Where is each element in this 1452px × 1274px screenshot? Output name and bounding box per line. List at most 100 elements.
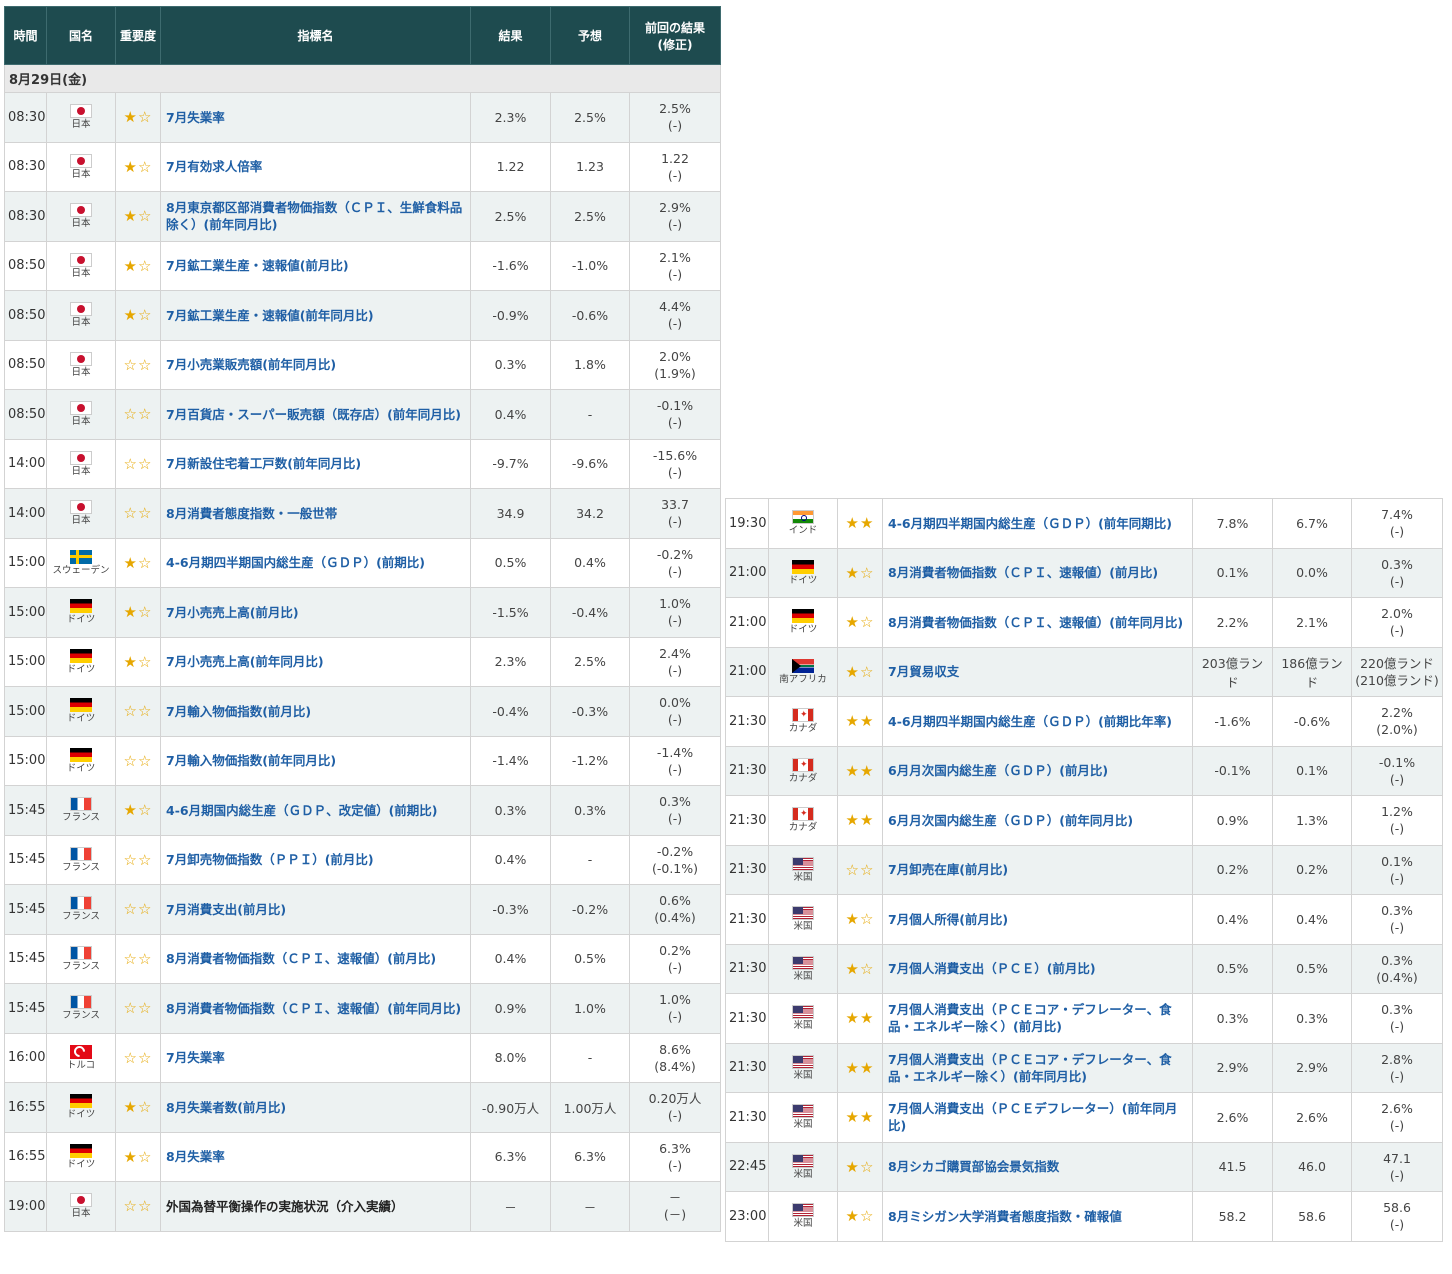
indicator-link[interactable]: 7月有効求人倍率 <box>160 141 471 192</box>
country-label: 日本 <box>71 416 91 428</box>
indicator-link[interactable]: 7月小売売上高(前年同月比) <box>160 636 471 687</box>
indicator-link[interactable]: 7月貿易収支 <box>882 646 1193 697</box>
de-flag-icon <box>70 599 92 614</box>
previous-value: 0.3% <box>1381 952 1413 968</box>
indicator-link[interactable]: 7月鉱工業生産・速報値(前年同月比) <box>160 290 471 341</box>
indicator-link[interactable]: 7月失業率 <box>160 92 471 143</box>
country-label: カナダ <box>788 723 818 735</box>
previous-value-cell: 0.3% (-) <box>629 785 721 836</box>
event-time: 08:30 <box>4 92 47 143</box>
previous-value-cell: -0.1% (-) <box>1351 745 1443 796</box>
previous-revised: (-) <box>1389 1167 1405 1183</box>
country-label: 米国 <box>793 1020 813 1032</box>
jp-flag-icon <box>70 450 92 465</box>
country-label: インド <box>788 525 818 537</box>
jp-flag-icon <box>70 302 92 317</box>
indicator-link[interactable]: 7月消費支出(前月比) <box>160 884 471 935</box>
indicator-link[interactable]: 7月失業率 <box>160 1032 471 1083</box>
indicator-link[interactable]: 7月卸売物価指数（ＰＰＩ）(前月比) <box>160 834 471 885</box>
country-cell: フランス <box>46 933 116 984</box>
country-cell: ドイツ <box>46 735 116 786</box>
fr-flag-icon <box>70 797 92 812</box>
importance-stars: ☆☆ <box>115 1181 161 1232</box>
previous-value-cell: 2.6% (-) <box>1351 1092 1443 1143</box>
indicator-link[interactable]: 7月輸入物価指数(前月比) <box>160 686 471 737</box>
previous-value: 2.8% <box>1381 1051 1413 1067</box>
previous-revised: (-) <box>667 514 683 530</box>
result-value: 41.5 <box>1192 1141 1273 1192</box>
indicator-link[interactable]: 7月輸入物価指数(前年同月比) <box>160 735 471 786</box>
importance-stars: ☆☆ <box>115 884 161 935</box>
country-cell: 日本 <box>46 92 116 143</box>
de-flag-icon <box>792 609 814 624</box>
indicator-link[interactable]: 6月月次国内総生産（ＧＤＰ）(前年同月比) <box>882 795 1193 846</box>
indicator-link[interactable]: 4-6月期四半期国内総生産（ＧＤＰ）(前期比) <box>160 537 471 588</box>
result-value: 34.9 <box>470 488 551 539</box>
country-cell: フランス <box>46 884 116 935</box>
previous-value-cell: 2.9% (-) <box>629 191 721 242</box>
result-value: -0.3% <box>470 884 551 935</box>
indicator-link[interactable]: 6月月次国内総生産（ＧＤＰ）(前月比) <box>882 745 1193 796</box>
indicator-link[interactable]: 8月失業率 <box>160 1131 471 1182</box>
fr-flag-icon <box>70 995 92 1010</box>
indicator-link[interactable]: 7月個人消費支出（ＰＣＥコア・デフレーター、食品・エネルギー除く）(前月比) <box>882 993 1193 1044</box>
indicator-link[interactable]: 8月消費者物価指数（ＣＰＩ、速報値）(前年同月比) <box>160 983 471 1034</box>
jp-flag-icon <box>70 104 92 119</box>
event-time: 08:50 <box>4 240 47 291</box>
indicator-link[interactable]: 8月消費者物価指数（ＣＰＩ、速報値）(前月比) <box>882 547 1193 598</box>
indicator-link[interactable]: 4-6月期国内総生産（ＧＤＰ、改定値）(前期比) <box>160 785 471 836</box>
country-label: フランス <box>62 911 100 923</box>
country-cell: 米国 <box>768 844 838 895</box>
country-label: カナダ <box>788 822 818 834</box>
previous-revised: (-) <box>1389 1118 1405 1134</box>
importance-stars: ☆☆ <box>115 933 161 984</box>
forecast-value: 1.00万人 <box>550 1082 630 1133</box>
importance-stars: ★★ <box>837 795 883 846</box>
result-value: -0.1% <box>1192 745 1273 796</box>
header-country: 国名 <box>46 6 116 65</box>
indicator-link[interactable]: 8月消費者態度指数・一般世帯 <box>160 488 471 539</box>
indicator-link[interactable]: 7月小売売上高(前月比) <box>160 587 471 638</box>
result-value: 8.0% <box>470 1032 551 1083</box>
importance-stars: ★☆ <box>115 191 161 242</box>
previous-value: 1.0% <box>659 992 691 1008</box>
importance-stars: ★☆ <box>837 646 883 697</box>
indicator-link[interactable]: 8月消費者物価指数（ＣＰＩ、速報値）(前年同月比) <box>882 597 1193 648</box>
indicator-link[interactable]: 8月ミシガン大学消費者態度指数・確報値 <box>882 1191 1193 1242</box>
indicator-link[interactable]: 8月東京都区部消費者物価指数（ＣＰＩ、生鮮食料品除く）(前年同月比) <box>160 191 471 242</box>
indicator-link[interactable]: 8月消費者物価指数（ＣＰＩ、速報値）(前月比) <box>160 933 471 984</box>
forecast-value: -0.2% <box>550 884 630 935</box>
indicator-link[interactable]: 7月新設住宅着工戸数(前年同月比) <box>160 438 471 489</box>
importance-stars: ★☆ <box>837 597 883 648</box>
country-label: 日本 <box>71 168 91 180</box>
indicator-link[interactable]: 7月小売業販売額(前年同月比) <box>160 339 471 390</box>
indicator-link[interactable]: 4-6月期四半期国内総生産（ＧＤＰ）(前年同期比) <box>882 498 1193 549</box>
indicator-link[interactable]: 8月失業者数(前月比) <box>160 1082 471 1133</box>
indicator-link[interactable]: 7月卸売在庫(前月比) <box>882 844 1193 895</box>
event-time: 08:30 <box>4 191 47 242</box>
country-label: 米国 <box>793 1069 813 1081</box>
event-time: 21:30 <box>725 894 769 945</box>
indicator-link[interactable]: 7月百貨店・スーパー販売額（既存店）(前年同月比) <box>160 389 471 440</box>
previous-value: 4.4% <box>659 299 691 315</box>
indicator-link[interactable]: 7月鉱工業生産・速報値(前月比) <box>160 240 471 291</box>
previous-value-cell: -0.1% (-) <box>629 389 721 440</box>
indicator-link[interactable]: 7月個人消費支出（ＰＣＥコア・デフレーター、食品・エネルギー除く）(前年同月比) <box>882 1042 1193 1093</box>
country-cell: ドイツ <box>768 597 838 648</box>
country-cell: スウェーデン <box>46 537 116 588</box>
event-time: 21:30 <box>725 696 769 747</box>
indicator-link[interactable]: 7月個人消費支出（ＰＣＥ）(前月比) <box>882 943 1193 994</box>
result-value: 0.9% <box>1192 795 1273 846</box>
forecast-value: -1.0% <box>550 240 630 291</box>
indicator-link[interactable]: 8月シカゴ購買部協会景気指数 <box>882 1141 1193 1192</box>
tr-flag-icon <box>70 1044 92 1059</box>
previous-value: 0.3% <box>1381 903 1413 919</box>
country-label: トルコ <box>66 1059 96 1071</box>
result-value: 0.4% <box>470 389 551 440</box>
previous-revised: (-) <box>667 316 683 332</box>
event-time: 21:30 <box>725 1092 769 1143</box>
previous-value-cell: 0.6% (0.4%) <box>629 884 721 935</box>
indicator-link[interactable]: 4-6月期四半期国内総生産（ＧＤＰ）(前期比年率) <box>882 696 1193 747</box>
indicator-link[interactable]: 7月個人消費支出（ＰＣＥデフレーター）(前年同月比) <box>882 1092 1193 1143</box>
indicator-link[interactable]: 7月個人所得(前月比) <box>882 894 1193 945</box>
